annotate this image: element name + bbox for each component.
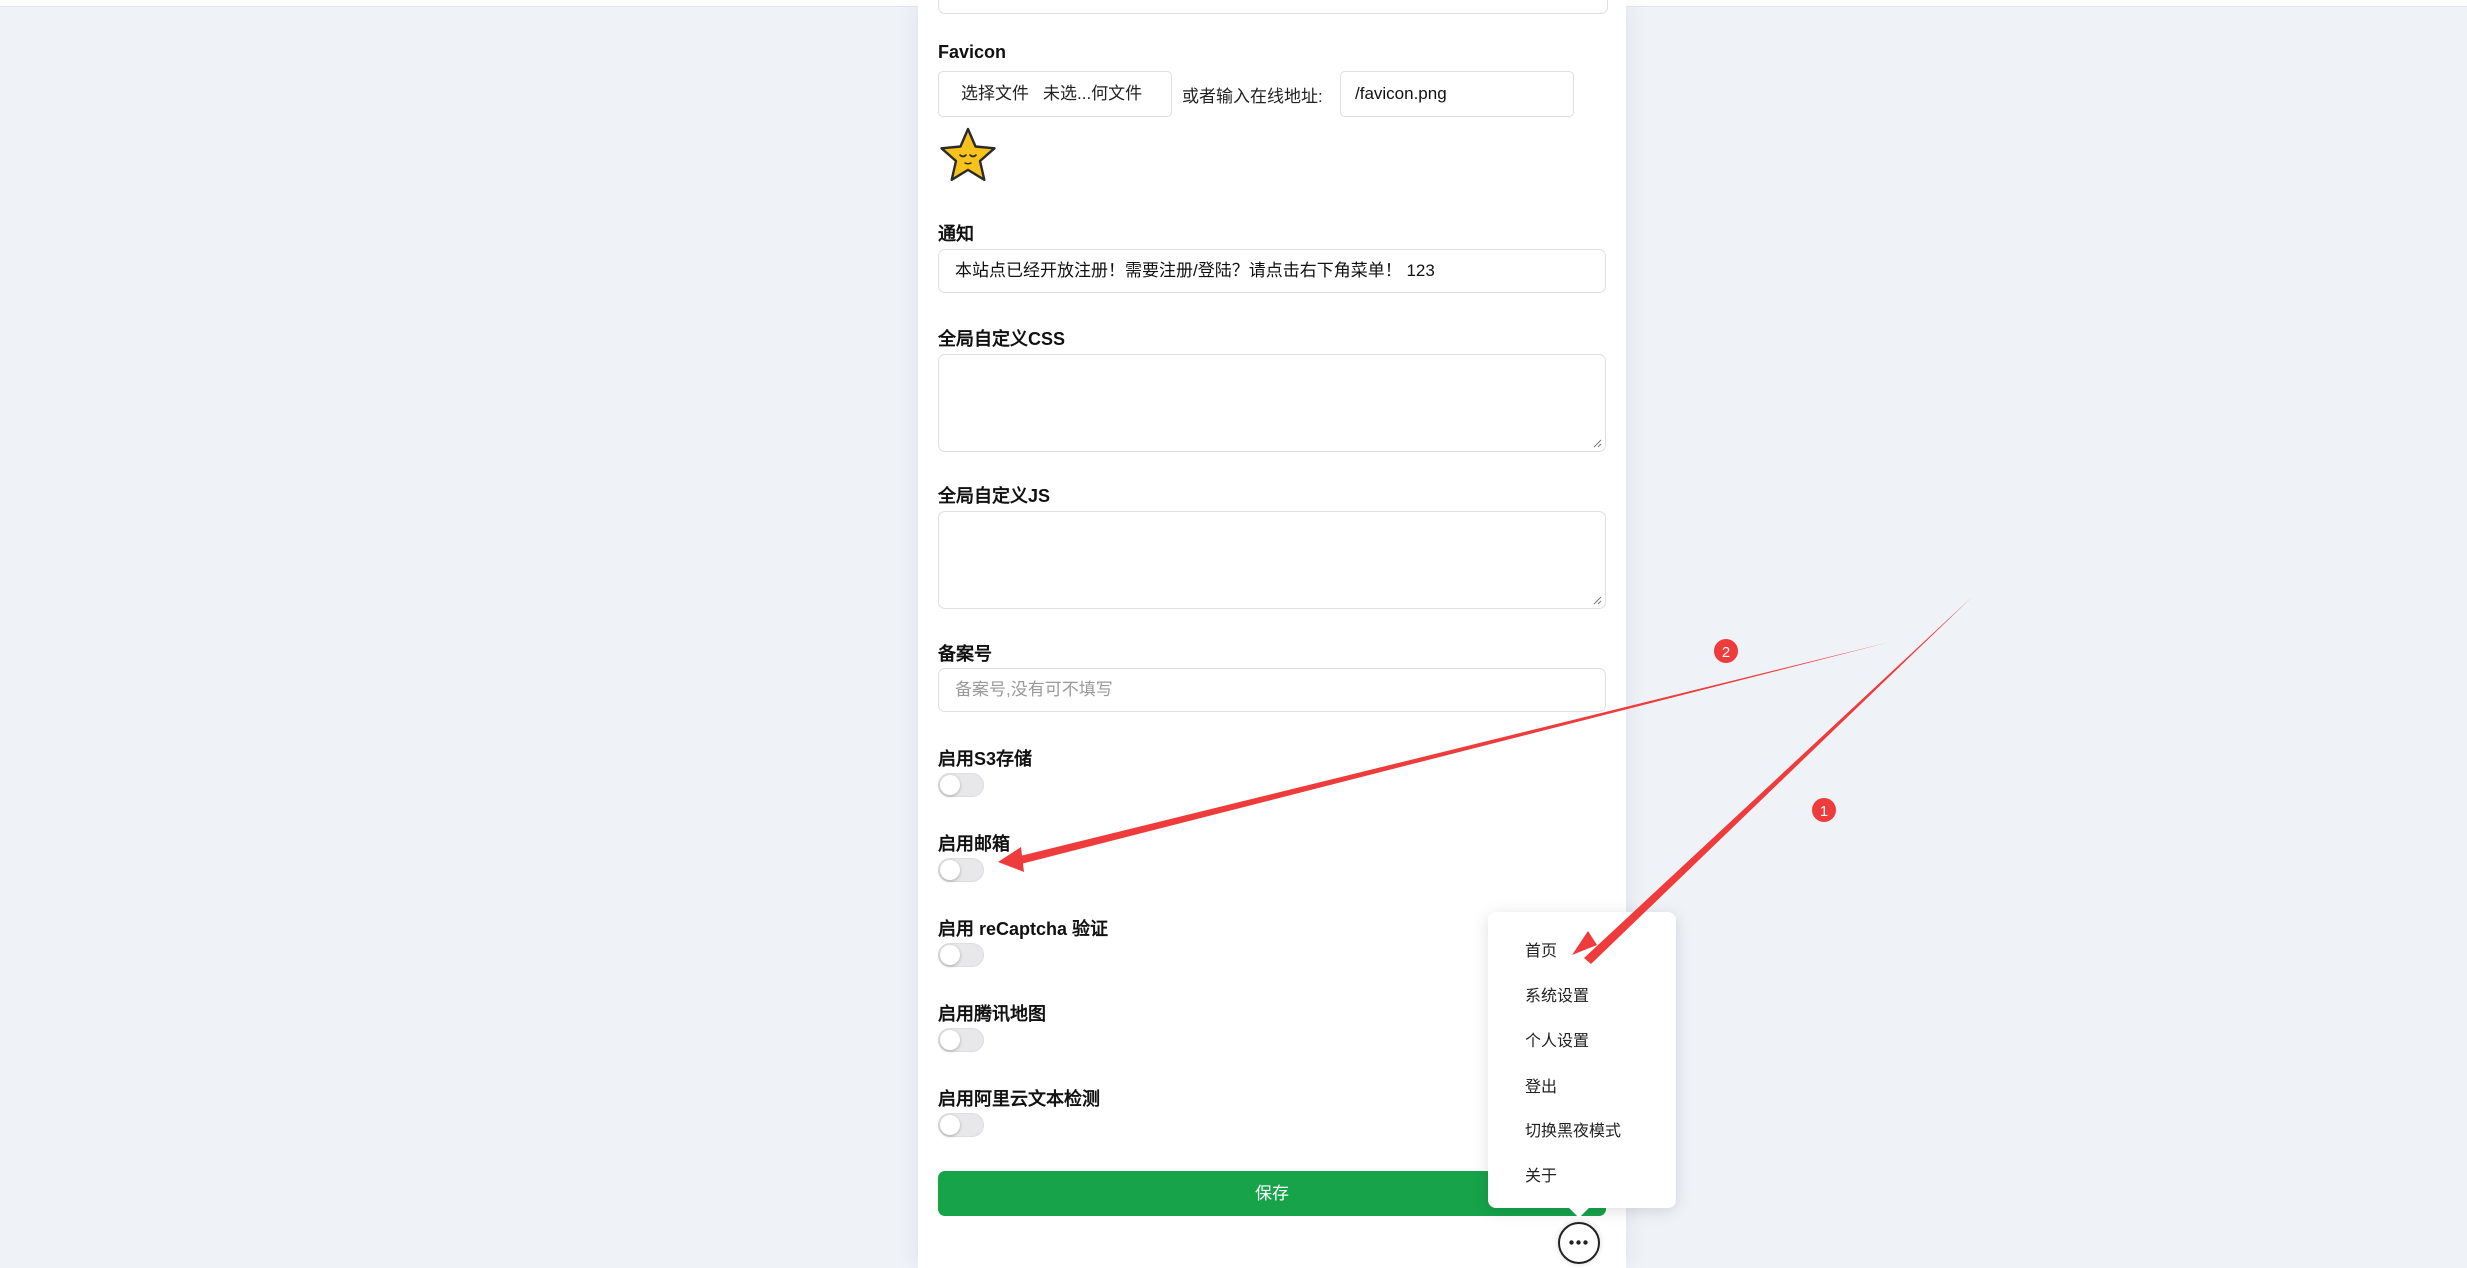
annotation-arrowhead-2: [998, 847, 1024, 872]
annotation-overlay: 2 1: [998, 597, 1972, 964]
annotation-arrow-1: [1584, 597, 1972, 964]
annotation-badge-2-label: 2: [1722, 644, 1730, 661]
annotation-arrow-2: [1012, 642, 1890, 866]
annotation-badge-1-label: 1: [1820, 803, 1828, 820]
